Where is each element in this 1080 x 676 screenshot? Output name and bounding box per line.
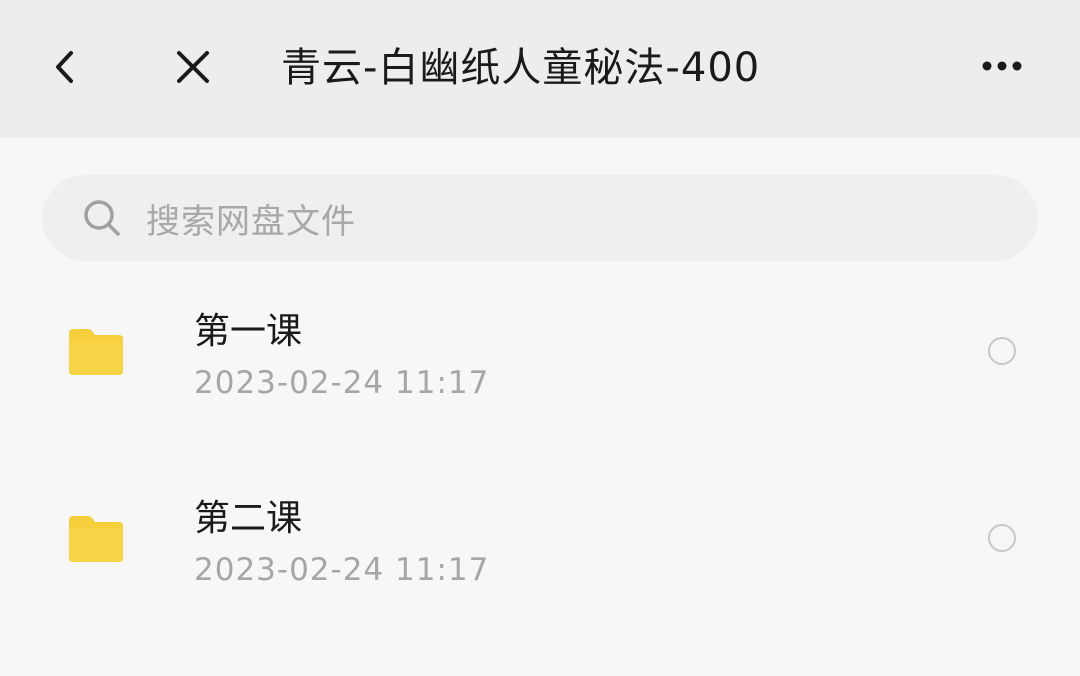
- search-bar[interactable]: 搜索网盘文件: [42, 175, 1038, 261]
- select-radio[interactable]: [988, 337, 1016, 365]
- close-button[interactable]: [153, 27, 233, 107]
- folder-icon: [69, 516, 123, 562]
- file-date: 2023-02-24 11:17: [194, 365, 490, 401]
- file-browser-screen: 青云-白幽纸人童秘法-400 搜索网盘文件 第一课 2023-02-24 11:…: [0, 0, 1080, 676]
- file-name: 第一课: [194, 311, 303, 352]
- file-date: 2023-02-24 11:17: [194, 552, 490, 588]
- select-radio[interactable]: [988, 524, 1016, 552]
- search-icon: [80, 196, 124, 240]
- back-button[interactable]: [25, 27, 105, 107]
- search-input-placeholder[interactable]: 搜索网盘文件: [146, 194, 356, 243]
- file-row[interactable]: 第一课 2023-02-24 11:17: [0, 275, 1080, 435]
- top-nav-bar: 青云-白幽纸人童秘法-400: [0, 0, 1080, 138]
- file-name: 第二课: [194, 498, 303, 539]
- more-options-button[interactable]: [962, 26, 1042, 106]
- chevron-left-icon: [56, 51, 73, 83]
- file-row[interactable]: 第二课 2023-02-24 11:17: [0, 462, 1080, 622]
- folder-icon: [69, 329, 123, 375]
- close-icon: [177, 51, 209, 83]
- page-title: 青云-白幽纸人童秘法-400: [281, 45, 761, 91]
- more-horizontal-icon: [982, 61, 1022, 71]
